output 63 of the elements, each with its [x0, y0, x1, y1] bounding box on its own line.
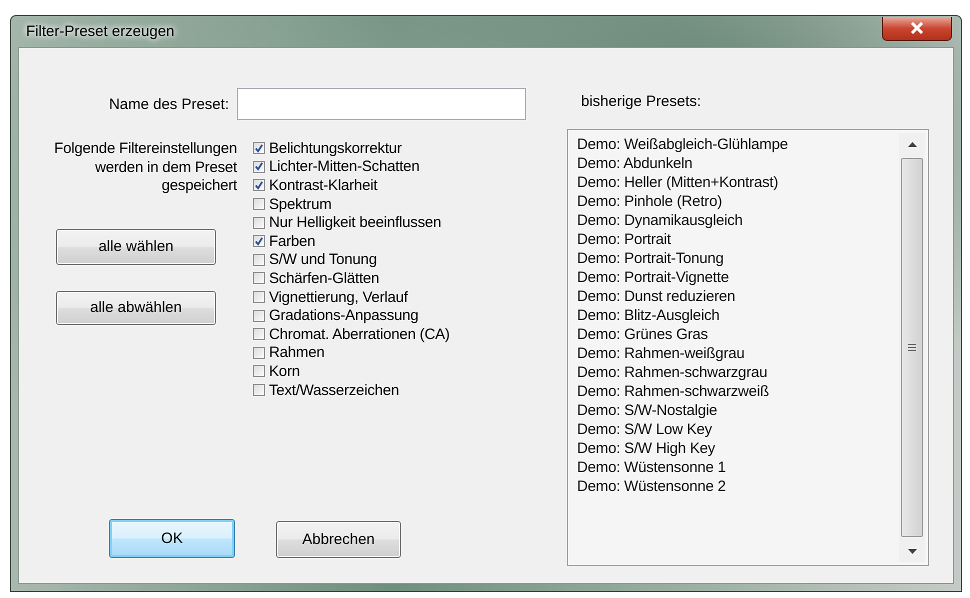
window-title: Filter-Preset erzeugen	[26, 23, 174, 40]
checkbox[interactable]	[253, 384, 265, 396]
checkbox-label: Vignettierung, Verlauf	[269, 288, 408, 306]
checkbox[interactable]	[253, 198, 265, 210]
close-button[interactable]	[882, 16, 952, 40]
checkbox[interactable]	[253, 328, 265, 340]
list-item[interactable]: Demo: Portrait	[577, 230, 671, 249]
list-item[interactable]: Demo: Rahmen-schwarzgrau	[577, 363, 768, 382]
checkbox[interactable]	[253, 365, 265, 378]
list-item[interactable]: Demo: Wüstensonne 2	[577, 477, 726, 496]
list-item[interactable]: Demo: Weißabgleich-Glühlampe	[577, 135, 788, 154]
checkbox-label: Farben	[269, 232, 316, 250]
scrollbar[interactable]	[899, 133, 925, 562]
checkbox[interactable]	[253, 254, 265, 266]
scrollbar-thumb[interactable]	[901, 158, 923, 537]
name-field[interactable]	[237, 88, 526, 120]
checkbox-label: Text/Wasserzeichen	[269, 382, 400, 399]
field-label: Name des Preset:	[108, 96, 229, 112]
checkbox-label: Spektrum	[269, 196, 332, 213]
list-item[interactable]: Demo: S/W Low Key	[577, 420, 712, 439]
down-arrow-icon	[908, 548, 916, 554]
checkbox-label: Nur Helligkeit beeinflussen	[269, 214, 442, 232]
select-all-button[interactable]: alle wählen	[56, 228, 216, 264]
checkbox[interactable]	[253, 310, 265, 322]
up-arrow-icon	[908, 142, 916, 146]
checkbox-label: Gradations-Anpassung	[269, 307, 418, 324]
list-item[interactable]: Demo: Portrait-Tonung	[577, 249, 724, 268]
checkbox-label: Belichtungskorrektur	[269, 140, 402, 157]
deselect-all-button[interactable]: alle abwählen	[56, 290, 216, 324]
list-item[interactable]: Demo: Pinhole (Retro)	[577, 192, 722, 211]
list-label: bisherige Presets:	[580, 93, 702, 112]
list-item[interactable]: Demo: Rahmen-schwarzweiß	[577, 382, 769, 401]
checkbox-label: S/W und Tonung	[269, 251, 377, 268]
checkbox-label: Schärfen-Glätten	[269, 270, 380, 287]
checkbox[interactable]	[253, 346, 265, 359]
checkbox-label: Chromat. Aberrationen (CA)	[269, 326, 450, 343]
checkbox[interactable]	[253, 142, 265, 154]
list-item[interactable]: Demo: Portrait-Vignette	[577, 268, 729, 287]
checkbox[interactable]	[253, 160, 265, 173]
checkbox[interactable]	[253, 291, 265, 304]
checkbox-label: Kontrast-Klarheit	[269, 176, 378, 194]
list-item[interactable]: Demo: Grünes Gras	[577, 325, 708, 344]
checkbox-label: Rahmen	[269, 344, 324, 362]
list-item[interactable]: Demo: S/W High Key	[577, 439, 716, 458]
list-item[interactable]: Demo: Blitz-Ausgleich	[577, 306, 720, 325]
checkbox[interactable]	[253, 179, 265, 192]
list-item[interactable]: Demo: Heller (Mitten+Kontrast)	[577, 173, 778, 192]
grip-icon	[908, 344, 916, 351]
list-item[interactable]: Demo: Rahmen-weißgrau	[577, 344, 745, 363]
checkbox-label: Korn	[269, 362, 300, 380]
checkbox[interactable]	[253, 272, 265, 284]
list-item[interactable]: Demo: Dunst reduzieren	[577, 287, 736, 306]
list-item[interactable]: Demo: Wüstensonne 1	[577, 458, 726, 477]
filters-caption: Folgende Filtereinstellungen werden in dem Preset gespeichert	[53, 140, 237, 196]
list-item[interactable]: Demo: Abdunkeln	[577, 154, 692, 173]
checkbox-label: Lichter-Mitten-Schatten	[269, 158, 420, 176]
ok-button[interactable]: OK	[109, 519, 235, 558]
checkbox[interactable]	[253, 216, 265, 229]
close-icon	[910, 22, 924, 34]
checkbox[interactable]	[253, 235, 265, 248]
cancel-button[interactable]: Abbrechen	[276, 521, 401, 558]
list-item[interactable]: Demo: Dynamikausgleich	[577, 211, 743, 230]
list-item[interactable]: Demo: S/W-Nostalgie	[577, 401, 718, 420]
